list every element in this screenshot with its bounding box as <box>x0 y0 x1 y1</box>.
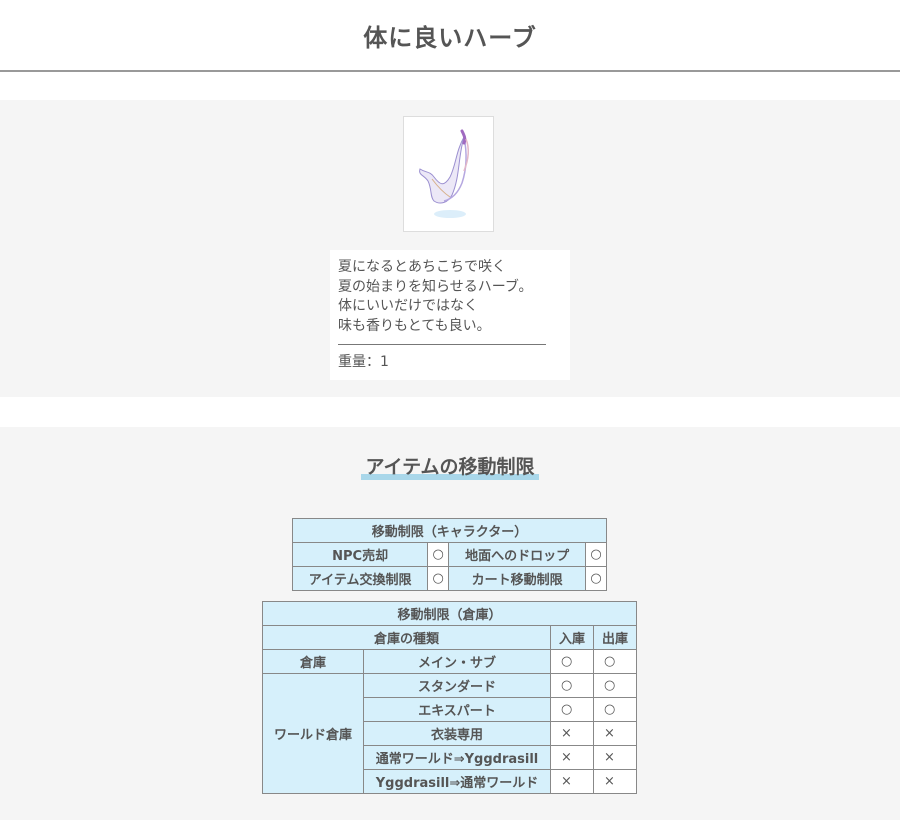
restriction-mark: ○ <box>585 542 607 567</box>
storage-table-title: 移動制限（倉庫） <box>262 601 637 626</box>
herb-icon <box>419 129 469 218</box>
table-row: NPC売却 ○ 地面へのドロップ ○ <box>291 542 607 567</box>
table-header-row: 倉庫の種類 入庫 出庫 <box>262 625 637 650</box>
storage-type-label: メイン・サブ <box>363 649 551 674</box>
storage-type-label: 衣装専用 <box>363 721 551 746</box>
withdraw-mark: ○ <box>593 649 637 674</box>
storage-type-label: スタンダード <box>363 673 551 698</box>
deposit-mark: ○ <box>550 673 594 698</box>
item-weight: 重量：1 <box>338 354 389 370</box>
description-line: 体にいいだけではなく <box>338 298 478 314</box>
table-row: ワールド倉庫 スタンダード ○ ○ <box>262 673 637 794</box>
storage-restriction-table: 移動制限（倉庫） 倉庫の種類 入庫 出庫 倉庫 メイン・サブ ○ ○ ワールド倉… <box>262 601 637 794</box>
restriction-panel: アイテムの移動制限 移動制限（キャラクター） NPC売却 ○ 地面へのドロップ … <box>0 427 900 820</box>
section-title: アイテムの移動制限 <box>0 452 900 480</box>
withdraw-mark: × <box>593 745 637 770</box>
deposit-mark: × <box>550 721 594 746</box>
deposit-mark: × <box>550 745 594 770</box>
restriction-mark: ○ <box>585 566 607 591</box>
storage-type-header: 倉庫の種類 <box>262 625 551 650</box>
deposit-mark: ○ <box>550 649 594 674</box>
storage-type-label: Yggdrasill⇒通常ワールド <box>363 769 551 794</box>
restriction-label: 地面へのドロップ <box>448 542 586 567</box>
restriction-mark: ○ <box>427 542 450 567</box>
description-line: 夏の始まりを知らせるハーブ。 <box>338 278 533 295</box>
storage-type-label: エキスパート <box>363 697 551 722</box>
description-line: 味も香りもとても良い。 <box>338 317 491 334</box>
restriction-label: NPC売却 <box>291 542 429 567</box>
table-row: アイテム交換制限 ○ カート移動制限 ○ <box>291 566 607 591</box>
restriction-label: カート移動制限 <box>448 566 586 591</box>
restriction-label: アイテム交換制限 <box>291 566 429 591</box>
withdraw-header: 出庫 <box>593 625 637 650</box>
description-line: 夏になるとあちこちで咲く <box>338 259 506 275</box>
herb-item-image <box>403 116 494 232</box>
deposit-header: 入庫 <box>550 625 594 650</box>
table-row: 倉庫 メイン・サブ ○ ○ <box>262 649 637 674</box>
character-table-title: 移動制限（キャラクター） <box>292 518 607 543</box>
description-divider <box>338 344 546 345</box>
withdraw-mark: × <box>593 721 637 746</box>
character-restriction-table: 移動制限（キャラクター） NPC売却 ○ 地面へのドロップ ○ アイテム交換制限… <box>291 518 607 591</box>
storage-type-label: 通常ワールド⇒Yggdrasill <box>363 745 551 770</box>
restriction-mark: ○ <box>427 566 450 591</box>
storage-group-label: 倉庫 <box>262 649 364 674</box>
deposit-mark: ○ <box>550 697 594 722</box>
withdraw-mark: ○ <box>593 673 637 698</box>
withdraw-mark: × <box>593 769 637 794</box>
withdraw-mark: ○ <box>593 697 637 722</box>
page-title: 体に良いハーブ <box>363 23 537 52</box>
section-title-text: アイテムの移動制限 <box>361 452 539 480</box>
item-panel: 夏になるとあちこちで咲く 夏の始まりを知らせるハーブ。 体にいいだけではなく 味… <box>0 100 900 397</box>
page-header: 体に良いハーブ <box>0 0 900 72</box>
item-description: 夏になるとあちこちで咲く 夏の始まりを知らせるハーブ。 体にいいだけではなく 味… <box>330 250 570 380</box>
deposit-mark: × <box>550 769 594 794</box>
world-storage-group-label: ワールド倉庫 <box>262 673 364 794</box>
